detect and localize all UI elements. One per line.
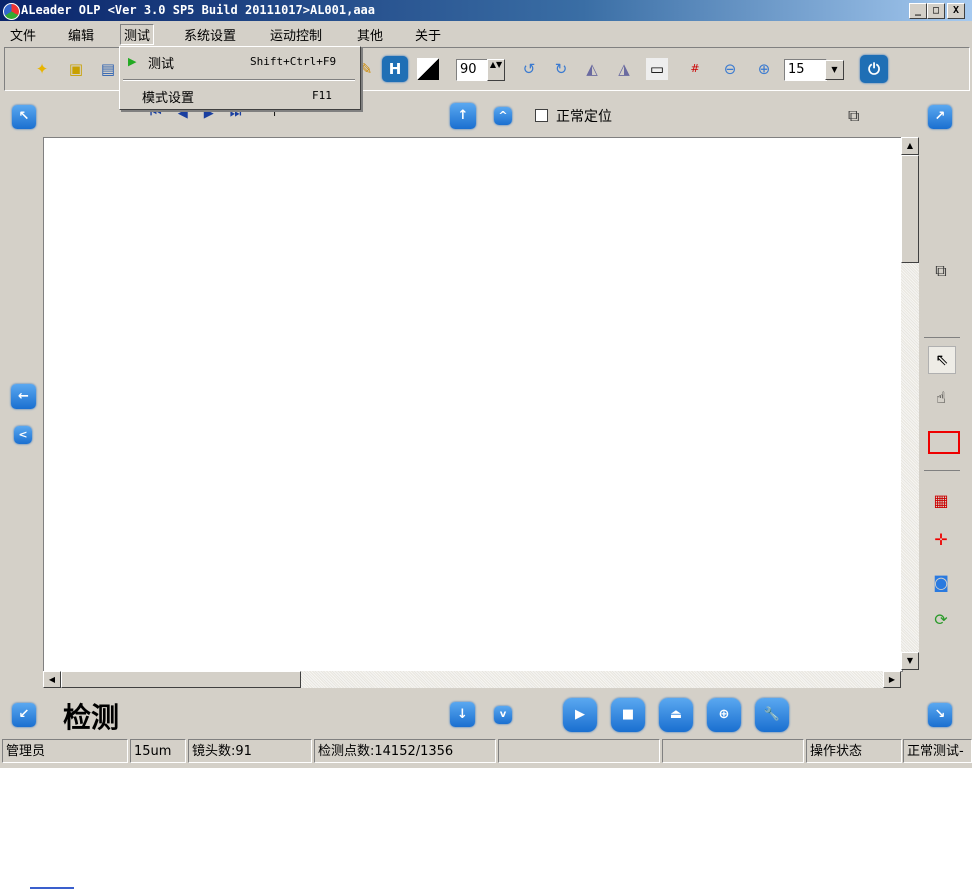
pan-down-button[interactable]: ↓ xyxy=(450,702,475,727)
menu-bar: 文件 编辑 测试 系统设置 运动控制 其他 关于 xyxy=(0,22,972,45)
menu-about[interactable]: 关于 xyxy=(415,25,441,44)
menu-file[interactable]: 文件 xyxy=(10,25,36,44)
scroll-up-button[interactable]: ▲ xyxy=(901,137,919,155)
rotate-left-icon[interactable]: ↺ xyxy=(518,58,540,80)
open-folder-icon[interactable]: ▣ xyxy=(65,58,87,80)
step-down-button[interactable]: v xyxy=(494,706,512,724)
status-lens-count: 镜头数:91 xyxy=(188,739,312,763)
pan-up-button[interactable]: ↑ xyxy=(450,103,476,129)
status-bar: 管理员 15um 镜头数:91 检测点数:14152/1356 操作状态 正常测… xyxy=(0,739,972,765)
drawing-canvas[interactable] xyxy=(43,137,903,672)
status-resolution: 15um xyxy=(130,739,186,763)
status-operation-label: 操作状态 xyxy=(806,739,902,763)
stop-button[interactable]: ■ xyxy=(611,698,645,732)
menu-item-mode-settings-shortcut: F11 xyxy=(312,89,332,102)
menu-test[interactable]: 测试 xyxy=(120,24,155,45)
properties-icon[interactable]: ▦ xyxy=(928,488,954,514)
save-icon[interactable]: ▤ xyxy=(97,58,119,80)
pan-up-right-button[interactable]: ↗ xyxy=(928,105,952,129)
menu-item-test[interactable]: 测试 xyxy=(148,53,174,72)
rectangle-icon[interactable]: ▭ xyxy=(646,58,668,80)
play-icon: ▶ xyxy=(128,55,137,68)
normal-position-label: 正常定位 xyxy=(556,109,612,125)
menu-motion-control[interactable]: 运动控制 xyxy=(270,25,322,44)
normal-position-checkbox[interactable] xyxy=(535,109,548,122)
step-up-button[interactable]: ^ xyxy=(494,107,512,125)
pan-up-left-button[interactable]: ↖ xyxy=(12,105,36,129)
test-dropdown-menu: ▶ 测试 Shift+Ctrl+F9 模式设置 F11 xyxy=(119,46,361,110)
minimize-button[interactable]: _ xyxy=(909,3,927,19)
vertical-scrollbar[interactable]: ▲ ▼ xyxy=(901,137,919,670)
settings-wrench-button[interactable]: 🔧 xyxy=(755,698,789,732)
camera-icon[interactable]: ◙ xyxy=(928,570,954,596)
status-empty-2 xyxy=(662,739,804,763)
flip-horizontal-icon[interactable]: ◭ xyxy=(581,58,603,80)
menu-separator xyxy=(123,79,355,81)
zoom-select[interactable]: 15 xyxy=(784,59,827,81)
grid-icon[interactable]: # xyxy=(684,58,706,80)
eject-button[interactable]: ⏏ xyxy=(659,698,693,732)
new-file-icon[interactable]: ✦ xyxy=(31,58,53,80)
chevron-down-icon[interactable]: ▼ xyxy=(825,60,844,80)
angle-input[interactable]: 90 xyxy=(456,59,491,81)
maximize-button[interactable]: □ xyxy=(927,3,945,19)
flip-vertical-icon[interactable]: ◮ xyxy=(613,58,635,80)
menu-item-test-shortcut: Shift+Ctrl+F9 xyxy=(250,55,337,68)
divider xyxy=(924,470,960,471)
play-button[interactable]: ▶ xyxy=(563,698,597,732)
scroll-right-button[interactable]: ▶ xyxy=(883,671,901,688)
horizontal-scroll-thumb[interactable] xyxy=(61,671,301,688)
locate-button[interactable]: ⊕ xyxy=(707,698,741,732)
info-icon[interactable]: H xyxy=(382,56,408,82)
zoom-out-icon[interactable]: ⊖ xyxy=(719,58,741,80)
close-button[interactable]: X xyxy=(947,3,965,19)
status-user: 管理员 xyxy=(2,739,128,763)
refresh-icon[interactable]: ⟳ xyxy=(928,607,954,633)
window-restore-icon[interactable]: ⧉ xyxy=(848,106,859,126)
status-empty-1 xyxy=(498,739,660,763)
color-icon[interactable] xyxy=(417,58,439,80)
pan-down-right-button[interactable]: ↘ xyxy=(928,703,952,727)
menu-item-mode-settings[interactable]: 模式设置 xyxy=(142,87,194,106)
app-logo-icon xyxy=(3,3,20,20)
status-operation-value: 正常测试- xyxy=(903,739,972,763)
angle-spinner[interactable]: ▲▼ xyxy=(487,59,505,81)
status-inspection-points: 检测点数:14152/1356 xyxy=(314,739,496,763)
pan-left-button[interactable]: ← xyxy=(11,384,36,409)
horizontal-scrollbar[interactable]: ◀ ▶ xyxy=(43,671,901,688)
link-underline xyxy=(30,887,74,889)
menu-system-settings[interactable]: 系统设置 xyxy=(184,25,236,44)
divider xyxy=(924,337,960,338)
main-window: ALeader OLP <Ver 3.0 SP5 Build 20111017>… xyxy=(0,0,972,768)
mode-label: 检测 xyxy=(63,701,120,734)
scroll-left-button[interactable]: ◀ xyxy=(43,671,61,688)
menu-other[interactable]: 其他 xyxy=(357,25,383,44)
vertical-scroll-thumb[interactable] xyxy=(901,155,919,263)
scroll-down-button[interactable]: ▼ xyxy=(901,652,919,670)
rotate-right-icon[interactable]: ↻ xyxy=(550,58,572,80)
restore-icon[interactable]: ⧉ xyxy=(928,258,954,284)
step-left-button[interactable]: < xyxy=(14,426,32,444)
rectangle-select-icon[interactable] xyxy=(928,431,960,454)
zoom-in-icon[interactable]: ⊕ xyxy=(753,58,775,80)
power-icon[interactable]: ⏻ xyxy=(860,55,888,83)
window-title: ALeader OLP <Ver 3.0 SP5 Build 20111017>… xyxy=(21,3,376,17)
menu-edit[interactable]: 编辑 xyxy=(68,25,94,44)
pan-down-left-button[interactable]: ↙ xyxy=(12,703,36,727)
select-pointer-icon[interactable]: ⇖ xyxy=(928,346,956,374)
title-bar: ALeader OLP <Ver 3.0 SP5 Build 20111017>… xyxy=(0,0,972,21)
hand-pan-icon[interactable]: ☝ xyxy=(928,385,954,411)
crosshair-icon[interactable]: ✛ xyxy=(928,527,954,553)
